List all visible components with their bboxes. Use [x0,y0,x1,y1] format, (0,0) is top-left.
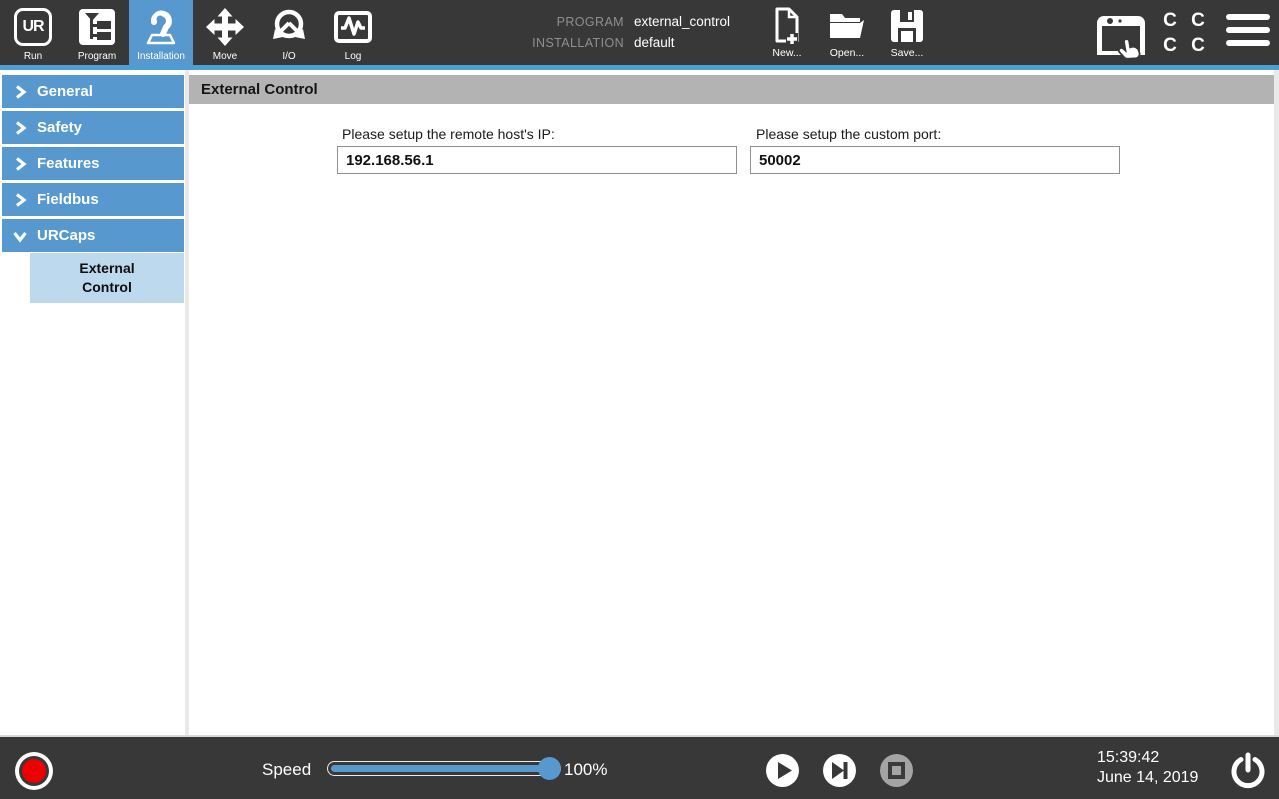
installation-sidebar: General Safety Features Fieldbus URCaps [0,70,185,735]
chevron-down-icon [12,228,28,244]
chevron-right-icon [12,156,28,172]
power-button[interactable] [1229,752,1267,795]
speed-label: Speed [262,760,311,780]
save-disk-icon [889,6,925,46]
sidebar-item-general[interactable]: General [2,75,184,108]
action-label: Open... [830,47,864,59]
speed-slider-thumb[interactable] [538,757,561,780]
save-button[interactable]: Save... [877,6,937,62]
sidebar-item-fieldbus[interactable]: Fieldbus [2,183,184,216]
polyscope-app: UR Run Program [0,0,1279,799]
main-tabs: UR Run Program [1,0,385,65]
speed-slider[interactable] [327,761,561,776]
move-arrows-icon [205,5,245,49]
touchscreen-button[interactable] [1093,13,1149,64]
new-file-icon [770,6,804,46]
log-graph-icon [333,5,373,49]
speed-value: 100% [564,760,607,780]
sidebar-item-label: Safety [37,119,82,136]
tab-label: Log [345,51,362,62]
status-letter: C [1156,34,1184,57]
file-actions: New... Open... [757,6,937,62]
tab-label: Move [213,51,237,62]
sidebar-item-safety[interactable]: Safety [2,111,184,144]
sidebar-item-urcaps[interactable]: URCaps [2,219,184,252]
stop-button[interactable] [880,754,913,787]
menu-icon [1226,14,1270,20]
action-label: New... [772,47,801,59]
robot-status-icon [19,756,49,786]
sidebar-item-features[interactable]: Features [2,147,184,180]
page-title-text: External Control [201,81,318,98]
tab-label: I/O [282,51,295,62]
chevron-right-icon [12,84,28,100]
custom-port-label: Please setup the custom port: [756,126,941,142]
program-tree-icon [77,5,117,49]
tab-io[interactable]: I/O [257,0,321,65]
status-letter: C [1184,34,1212,57]
open-folder-icon [827,6,867,46]
tab-move[interactable]: Move [193,0,257,65]
new-button[interactable]: New... [757,6,817,62]
file-info: PROGRAM external_control INSTALLATION de… [480,11,730,53]
sidebar-item-label: Fieldbus [37,191,99,208]
play-icon [766,754,799,787]
tab-program[interactable]: Program [65,0,129,65]
menu-icon [1226,40,1270,46]
status-letter: C [1184,9,1212,32]
tab-label: Program [78,51,116,62]
date-text: June 14, 2019 [1097,768,1198,788]
open-button[interactable]: Open... [817,6,877,62]
host-ip-input[interactable] [337,146,737,174]
clock: 15:39:42 June 14, 2019 [1097,748,1198,788]
menu-icon [1226,27,1270,33]
action-label: Save... [891,47,924,59]
page-title: External Control [189,75,1274,104]
speed-slider-fill [331,765,553,772]
sidebar-item-label: Features [37,155,100,172]
host-ip-label: Please setup the remote host's IP: [342,126,555,142]
play-button[interactable] [766,754,799,787]
tab-installation[interactable]: Installation [129,0,193,65]
tab-label: Run [24,51,42,62]
tab-label: Installation [137,51,185,62]
sidebar-item-external-control[interactable]: External Control [30,253,184,303]
stop-icon [888,762,905,779]
sidebar-item-label: URCaps [37,227,95,244]
touchscreen-icon [1093,13,1149,59]
step-forward-icon [823,754,856,787]
chevron-right-icon [12,192,28,208]
program-name: external_control [634,14,730,29]
status-letters: C C C C [1156,9,1212,57]
custom-port-input[interactable] [750,146,1120,174]
bottom-bar: Speed 100% 15:39:42 June 14, 2019 [0,735,1279,799]
top-header: UR Run Program [0,0,1279,65]
io-arrows-icon [269,5,309,49]
sidebar-item-label: General [37,83,93,100]
chevron-right-icon [12,120,28,136]
installation-label: INSTALLATION [480,36,624,50]
sidebar-subitem-label: External Control [59,259,155,297]
robot-status-button[interactable] [15,752,53,790]
main-content: External Control Please setup the remote… [189,70,1274,735]
status-letter: C [1156,9,1184,32]
tab-log[interactable]: Log [321,0,385,65]
tab-run[interactable]: UR Run [1,0,65,65]
step-button[interactable] [823,754,856,787]
power-icon [1229,752,1267,790]
installation-name: default [634,35,675,50]
menu-button[interactable] [1226,14,1270,53]
program-label: PROGRAM [480,15,624,29]
ur-logo-icon: UR [14,5,52,49]
robot-arm-icon [141,5,181,49]
time-text: 15:39:42 [1097,748,1198,768]
